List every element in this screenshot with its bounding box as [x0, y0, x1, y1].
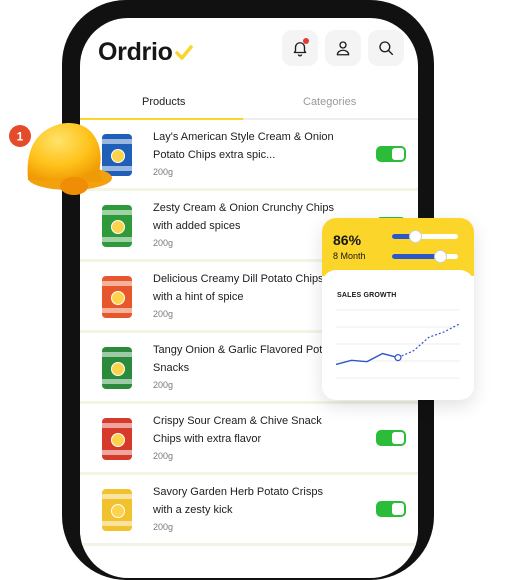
product-enabled-toggle[interactable]	[376, 501, 406, 517]
chart-series-projection	[397, 323, 461, 359]
product-name: Savory Garden Herb Potato Crisps with a …	[153, 486, 323, 516]
product-weight: 200g	[153, 451, 174, 461]
slider-2-handle[interactable]	[434, 250, 447, 263]
product-image	[102, 489, 132, 531]
product-weight: 200g	[153, 167, 174, 177]
product-image	[102, 205, 132, 247]
user-icon	[336, 41, 350, 56]
slider-2[interactable]	[392, 250, 458, 263]
slider-1-handle[interactable]	[409, 230, 422, 243]
product-row[interactable]: Savory Garden Herb Potato Crisps with a …	[80, 475, 418, 546]
search-button[interactable]	[368, 30, 404, 66]
product-enabled-toggle[interactable]	[376, 430, 406, 446]
chart-area: SALES GROWTH	[322, 270, 474, 394]
product-weight: 200g	[153, 522, 174, 532]
tab-bar: Products Categories	[80, 90, 418, 120]
chart-title: SALES GROWTH	[337, 292, 397, 299]
product-enabled-toggle[interactable]	[376, 146, 406, 162]
stats-header: 86% 8 Month	[322, 218, 474, 276]
sales-growth-card: 86% 8 Month SALES GROWTH	[322, 218, 474, 400]
stats-percent: 86%	[333, 232, 362, 248]
notification-dot	[303, 38, 309, 44]
slider-1[interactable]	[392, 230, 458, 243]
search-icon	[379, 41, 394, 56]
notifications-button[interactable]	[282, 30, 318, 66]
profile-button[interactable]	[325, 30, 361, 66]
brand-name: Ordrio	[98, 38, 173, 66]
product-image	[102, 418, 132, 460]
product-image	[102, 276, 132, 318]
product-row[interactable]: Crispy Sour Cream & Chive Snack Chips wi…	[80, 404, 418, 475]
product-name: Lay's American Style Cream & Onion Potat…	[153, 131, 334, 161]
stats-period: 8 Month	[333, 251, 366, 261]
tab-categories[interactable]: Categories	[303, 96, 356, 108]
product-image	[102, 347, 132, 389]
product-name: Delicious Creamy Dill Potato Chips with …	[153, 273, 324, 303]
chart-highlight-point[interactable]	[394, 353, 402, 362]
brand-logo: Ordrio	[98, 38, 193, 67]
product-row[interactable]: Lay's American Style Cream & Onion Potat…	[80, 120, 418, 191]
tab-products[interactable]: Products	[142, 96, 185, 108]
sales-growth-chart	[335, 309, 461, 379]
notification-badge-count: 1	[17, 130, 24, 144]
check-icon	[174, 44, 193, 60]
product-weight: 200g	[153, 238, 174, 248]
notification-bell-illustration: 1	[7, 123, 112, 195]
product-weight: 200g	[153, 309, 174, 319]
product-name: Tangy Onion & Garlic Flavored Potato Sna…	[153, 344, 338, 374]
chart-series-solid	[335, 352, 399, 366]
product-name: Zesty Cream & Onion Crunchy Chips with a…	[153, 202, 334, 232]
product-name: Crispy Sour Cream & Chive Snack Chips wi…	[153, 415, 322, 445]
product-weight: 200g	[153, 380, 174, 390]
slider-2-fill	[392, 254, 440, 259]
